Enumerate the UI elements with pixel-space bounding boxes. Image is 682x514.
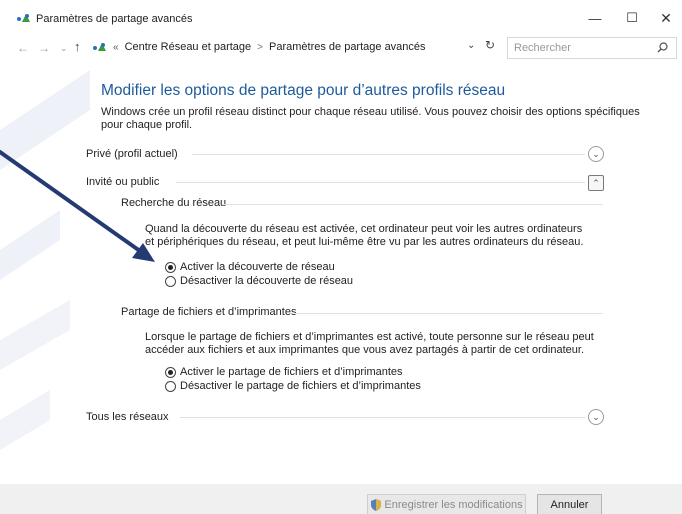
radio-button[interactable] [165, 366, 176, 378]
radio-enable-file-sharing-label: Activer le partage de fichiers et d’impr… [180, 366, 403, 378]
title-bar: Paramètres de partage avancés — ☐ ✕ [0, 0, 682, 30]
breadcrumb-separator-icon[interactable]: > [257, 42, 263, 53]
breadcrumb-item-network-center[interactable]: Centre Réseau et partage [125, 41, 252, 53]
profile-guest-header[interactable]: Invité ou public [86, 174, 159, 190]
divider [222, 204, 603, 205]
chevron-down-icon: ⌄ [592, 148, 600, 159]
divider [180, 417, 585, 418]
radio-button[interactable] [165, 275, 176, 287]
recent-locations-icon[interactable]: ⌄ [60, 43, 68, 54]
cancel-button[interactable]: Annuler [537, 494, 602, 514]
discovery-description: Quand la découverte du réseau est activé… [145, 223, 584, 248]
radio-enable-file-sharing[interactable]: Activer le partage de fichiers et d’impr… [165, 366, 403, 378]
chevron-up-icon: ⌃ [592, 177, 600, 188]
expand-private-button[interactable]: ⌄ [588, 146, 604, 162]
network-icon [93, 43, 106, 51]
divider [192, 154, 585, 155]
radio-selected-dot [168, 369, 173, 375]
radio-selected-dot [168, 264, 173, 270]
minimize-button[interactable]: — [580, 8, 610, 28]
radio-disable-file-sharing[interactable]: Désactiver le partage de fichiers et d’i… [165, 380, 421, 392]
radio-button[interactable] [165, 380, 176, 392]
expand-all-button[interactable]: ⌄ [588, 409, 604, 425]
main-content: Modifier les options de partage pour d’a… [0, 62, 682, 484]
file-sharing-description: Lorsque le partage de fichiers et d’impr… [145, 331, 594, 356]
window-title: Paramètres de partage avancés [36, 13, 193, 25]
radio-disable-discovery-label: Désactiver la découverte de réseau [180, 275, 354, 287]
footer-bar: Enregistrer les modifications Annuler [0, 484, 682, 514]
navigation-bar: ← → ⌄ ↑ « Centre Réseau et partage > Par… [0, 33, 682, 61]
discovery-title: Recherche du réseau [121, 197, 227, 209]
file-sharing-title: Partage de fichiers et d’imprimantes [121, 306, 297, 318]
save-changes-label: Enregistrer les modifications [384, 498, 523, 511]
chevron-down-icon: ⌄ [592, 411, 600, 422]
intro-text: Windows crée un profil réseau distinct p… [101, 106, 640, 131]
up-arrow-icon[interactable]: ↑ [74, 39, 81, 54]
advanced-sharing-settings-window: Paramètres de partage avancés — ☐ ✕ ← → … [0, 0, 682, 514]
address-bar[interactable]: « Centre Réseau et partage > Paramètres … [93, 37, 503, 57]
divider [295, 313, 603, 314]
profile-all-header[interactable]: Tous les réseaux [86, 409, 169, 425]
radio-enable-discovery[interactable]: Activer la découverte de réseau [165, 261, 335, 273]
search-input[interactable]: Rechercher [507, 37, 677, 59]
back-arrow-icon[interactable]: ← [17, 41, 29, 55]
maximize-button[interactable]: ☐ [617, 8, 647, 28]
refresh-icon[interactable]: ↻ [485, 38, 495, 52]
breadcrumb-overflow-icon[interactable]: « [113, 42, 119, 53]
collapse-guest-button[interactable]: ⌃ [588, 175, 604, 191]
profile-private-label: Privé (profil actuel) [86, 148, 178, 160]
address-dropdown-icon[interactable]: ⌄ [467, 40, 475, 51]
network-icon [17, 14, 30, 22]
profile-guest-label: Invité ou public [86, 176, 160, 188]
search-placeholder: Rechercher [514, 42, 571, 54]
radio-button[interactable] [165, 261, 176, 273]
radio-disable-file-sharing-label: Désactiver le partage de fichiers et d’i… [180, 380, 421, 392]
breadcrumb-item-advanced-sharing[interactable]: Paramètres de partage avancés [269, 41, 426, 53]
save-changes-button[interactable]: Enregistrer les modifications [367, 494, 526, 514]
search-icon [657, 42, 668, 53]
page-title: Modifier les options de partage pour d’a… [101, 82, 506, 99]
forward-arrow-icon[interactable]: → [38, 41, 50, 55]
close-button[interactable]: ✕ [651, 8, 681, 28]
shield-icon [371, 498, 382, 511]
divider [176, 182, 585, 183]
radio-enable-discovery-label: Activer la découverte de réseau [180, 261, 335, 273]
profile-all-label: Tous les réseaux [86, 411, 169, 423]
radio-disable-discovery[interactable]: Désactiver la découverte de réseau [165, 275, 353, 287]
profile-private-header[interactable]: Privé (profil actuel) [86, 146, 178, 162]
